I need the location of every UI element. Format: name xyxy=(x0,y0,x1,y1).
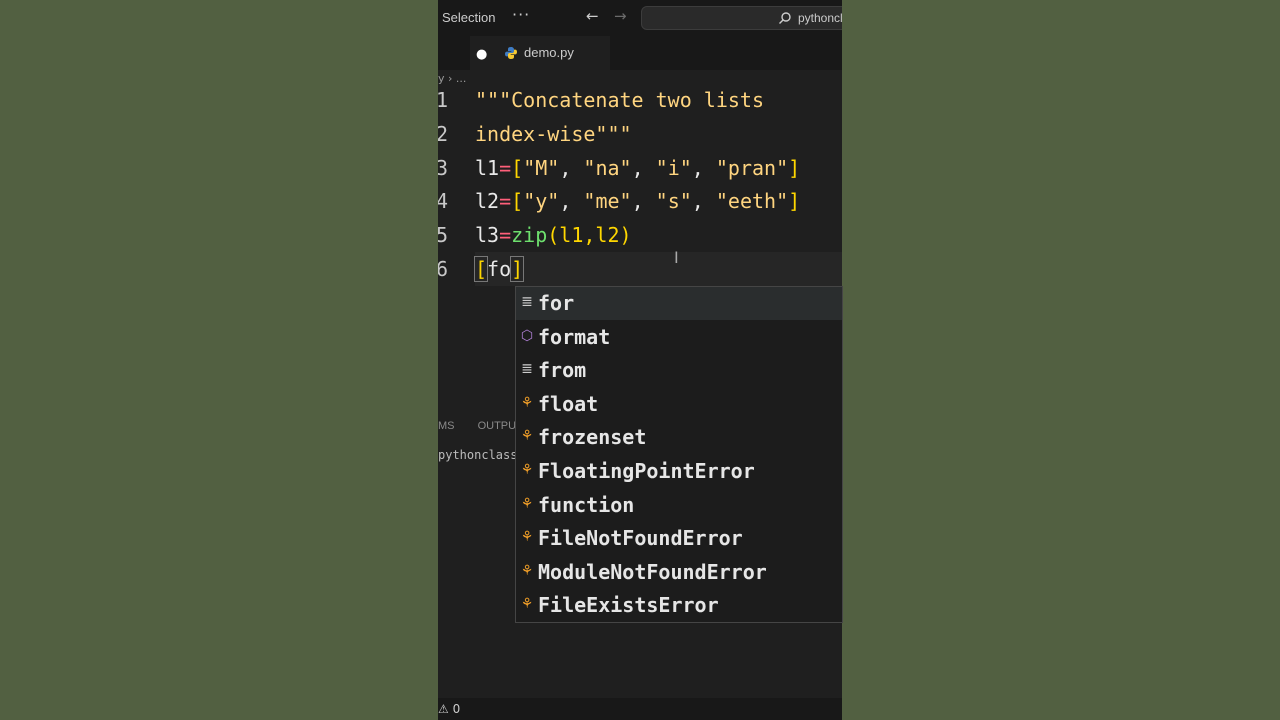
terminal-text: pythonclass xyxy=(438,448,518,462)
variable-name: l3 xyxy=(475,223,500,247)
back-arrow-icon[interactable]: ← xyxy=(586,7,599,25)
suggestion-label: ModuleNotFoundError xyxy=(538,559,767,584)
assign-operator: = xyxy=(499,189,512,213)
string-literal: "eeth" xyxy=(715,189,789,213)
typed-text: fo xyxy=(487,257,512,281)
suggestion-item[interactable]: ⚘ FileNotFoundError xyxy=(516,522,842,555)
open-bracket: [ xyxy=(511,156,524,180)
suggestion-widget: ≣ for ⬡ format ≣ from ⚘ float ⚘ frozenset ⚘ Floatin… xyxy=(515,286,843,623)
function-name: zip xyxy=(511,223,548,247)
suggestion-item[interactable]: ⚘ FloatingPointError xyxy=(516,455,842,488)
open-bracket: [ xyxy=(473,256,489,282)
current-line-highlight xyxy=(475,252,842,286)
class-icon: ⚘ xyxy=(520,562,534,579)
close-bracket: ] xyxy=(788,189,801,213)
suggestion-label: from xyxy=(538,358,587,383)
title-bar: Selection ··· ← → pythoncl xyxy=(438,0,842,36)
string-literal: "i" xyxy=(655,156,692,180)
string-literal: "y" xyxy=(523,189,560,213)
string-literal: "pran" xyxy=(715,156,789,180)
open-bracket: [ xyxy=(511,189,524,213)
class-icon: ⚘ xyxy=(520,394,534,411)
line-number: 4 xyxy=(438,189,449,213)
code-line-5[interactable]: l3=zip(l1,l2) xyxy=(475,218,632,252)
tab-label: demo.py xyxy=(524,45,574,60)
class-icon: ⚘ xyxy=(520,495,534,512)
status-warnings[interactable]: ⚠ 0 xyxy=(438,702,460,716)
assign-operator: = xyxy=(499,223,512,247)
suggestion-label: FloatingPointError xyxy=(538,459,755,483)
suggestion-label: format xyxy=(538,324,611,349)
method-icon: ⬡ xyxy=(520,327,534,344)
suggestion-item[interactable]: ≣ from xyxy=(516,354,842,387)
class-icon: ⚘ xyxy=(520,462,534,478)
tab-bar: ● demo.py xyxy=(438,36,842,70)
suggestion-item[interactable]: ⚘ float xyxy=(516,388,842,421)
panel-tabs: MS OUTPUT xyxy=(438,420,523,432)
suggestion-item[interactable]: ⚘ function xyxy=(516,489,842,522)
string-literal: "M" xyxy=(523,156,560,180)
python-file-icon xyxy=(505,47,517,59)
suggestion-item[interactable]: ⚘ FileExistsError xyxy=(516,589,842,622)
code-line-3[interactable]: l1=["M", "na", "i", "pran"] xyxy=(475,151,800,185)
mouse-ibeam-icon: I xyxy=(674,248,679,267)
suggestion-label: FileExistsError xyxy=(538,593,719,618)
class-icon: ⚘ xyxy=(520,596,534,613)
suggestion-item[interactable]: ⚘ ModuleNotFoundError xyxy=(516,556,842,589)
code-line-6[interactable]: [fo] xyxy=(473,252,525,286)
string-literal: "s" xyxy=(655,189,692,213)
search-icon xyxy=(779,12,791,24)
string-literal: "na" xyxy=(583,156,632,180)
menu-selection[interactable]: Selection xyxy=(442,10,495,25)
line-number: 3 xyxy=(438,156,449,180)
close-bracket: ] xyxy=(788,156,801,180)
tab-demo-py[interactable]: ● demo.py xyxy=(470,36,610,70)
variable-name: l2 xyxy=(475,189,500,213)
background-right xyxy=(842,0,1280,720)
command-center-search[interactable]: pythoncl xyxy=(641,6,842,30)
tab-problems[interactable]: MS xyxy=(438,420,455,432)
suggestion-label: for xyxy=(538,291,575,315)
variable-name: l1 xyxy=(475,156,500,180)
line-number: 5 xyxy=(438,223,449,247)
search-text: pythoncl xyxy=(798,11,842,25)
code-line-1[interactable]: """Concatenate two lists xyxy=(475,83,764,117)
suggestion-label: FileNotFoundError xyxy=(538,526,743,551)
forward-arrow-icon[interactable]: → xyxy=(614,7,627,25)
line-number: 2 xyxy=(438,122,449,146)
code-line-4[interactable]: l2=["y", "me", "s", "eeth"] xyxy=(475,184,800,218)
suggestion-item[interactable]: ≣ for xyxy=(516,287,842,320)
class-icon: ⚘ xyxy=(520,529,534,546)
call-arguments: (l1,l2) xyxy=(547,223,632,247)
class-icon: ⚘ xyxy=(520,428,534,445)
more-menu-icon[interactable]: ··· xyxy=(512,5,530,24)
keyword-icon: ≣ xyxy=(521,361,533,378)
close-bracket: ] xyxy=(510,256,525,282)
line-number: 6 xyxy=(438,257,449,281)
suggestion-item[interactable]: ⬡ format xyxy=(516,321,842,354)
assign-operator: = xyxy=(499,156,512,180)
modified-dot-icon[interactable]: ● xyxy=(476,47,487,62)
suggestion-label: function xyxy=(538,492,635,517)
line-number: 1 xyxy=(438,88,449,112)
background-left xyxy=(0,0,438,720)
code-line-2[interactable]: index-wise""" xyxy=(475,117,632,151)
status-bar: ⚠ 0 xyxy=(438,698,842,720)
suggestion-item[interactable]: ⚘ frozenset xyxy=(516,421,842,454)
suggestion-label: float xyxy=(538,391,599,416)
suggestion-label: frozenset xyxy=(538,425,647,450)
string-literal: "me" xyxy=(583,189,632,213)
keyword-icon: ≣ xyxy=(521,294,533,310)
